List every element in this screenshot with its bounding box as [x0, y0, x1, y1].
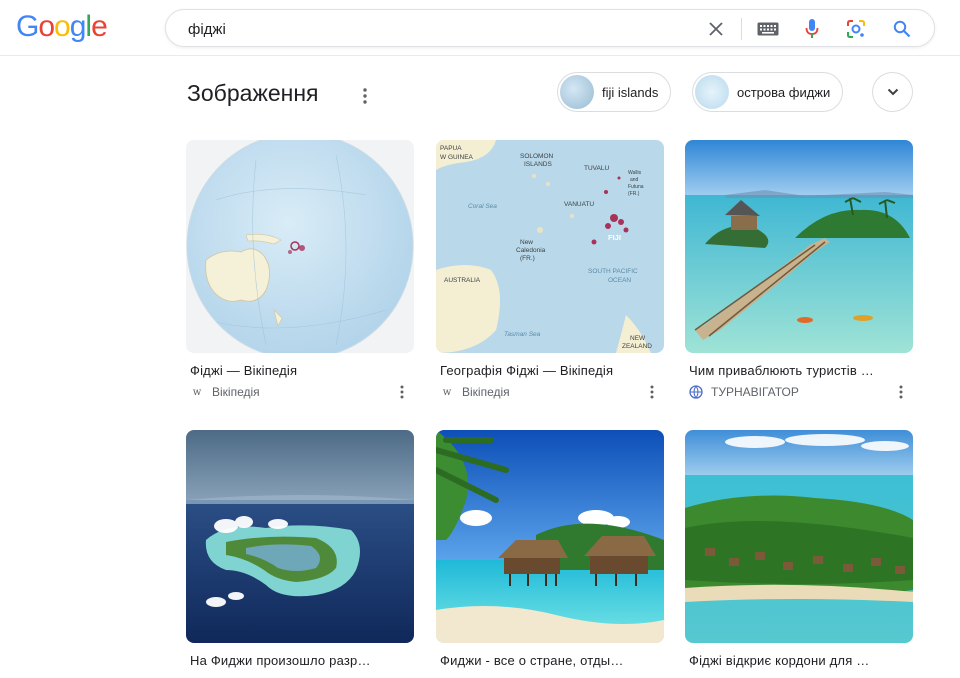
map-label: (FR.): [628, 191, 640, 197]
map-label: Coral Sea: [468, 203, 497, 210]
map-label: ZEALAND: [622, 343, 652, 350]
lens-button[interactable]: [844, 17, 868, 41]
close-icon: [709, 22, 723, 36]
result-more-button[interactable]: [893, 383, 909, 401]
map-label: VANUATU: [564, 201, 594, 208]
result-more-button[interactable]: [644, 383, 660, 401]
map-label: Futuna: [628, 184, 644, 190]
result-thumbnail[interactable]: PAPUA W GUINEA SOLOMON ISLANDS TUVALU Wa…: [436, 140, 664, 353]
google-logo[interactable]: Google: [16, 10, 108, 44]
image-result[interactable]: Фіджі — Вікіпедія w Вікіпедія: [186, 140, 414, 401]
result-thumbnail[interactable]: [436, 430, 664, 643]
top-bar: Google: [0, 0, 960, 56]
chevron-down-icon: [887, 88, 898, 96]
wikipedia-icon: w: [442, 386, 452, 398]
more-vert-icon: [400, 385, 404, 399]
result-thumbnail[interactable]: [685, 430, 913, 643]
logo-letter: o: [54, 10, 71, 43]
result-title[interactable]: На Фиджи произошло разр…: [186, 653, 406, 668]
search-button[interactable]: [890, 17, 914, 41]
map-label: ISLANDS: [524, 161, 552, 168]
map-label: New: [520, 239, 533, 246]
logo-letter: o: [38, 10, 55, 43]
map-label: SOLOMON: [520, 153, 554, 160]
search-box: [165, 9, 935, 47]
logo-letter: e: [91, 10, 108, 43]
result-more-button[interactable]: [394, 383, 410, 401]
map-label: Caledonia: [516, 247, 546, 254]
chip-thumbnail: [695, 75, 729, 109]
source-name: ТУРНАВІГАТОР: [711, 385, 799, 399]
chip-thumbnail: [560, 75, 594, 109]
source-name: Вікіпедія: [462, 385, 510, 399]
image-result[interactable]: PAPUA W GUINEA SOLOMON ISLANDS TUVALU Wa…: [436, 140, 664, 401]
result-title[interactable]: Географія Фіджі — Вікіпедія: [436, 363, 656, 378]
lens-icon: [847, 20, 865, 38]
more-vert-icon: [363, 88, 367, 104]
result-title[interactable]: Фіджі відкриє кордони для …: [685, 653, 905, 668]
result-source[interactable]: ТУРНАВІГАТОР: [685, 383, 913, 401]
image-result[interactable]: Фиджи - все о стране, отды…: [436, 430, 664, 668]
image-result[interactable]: Фіджі відкриє кордони для …: [685, 430, 913, 668]
map-label: NEW: [630, 335, 646, 342]
more-vert-icon: [650, 385, 654, 399]
result-title[interactable]: Чим приваблюють туристів …: [685, 363, 905, 378]
images-section-title: Зображення: [187, 80, 319, 106]
map-label: AUSTRALIA: [444, 277, 481, 284]
image-result[interactable]: Чим приваблюють туристів … ТУРНАВІГАТОР: [685, 140, 913, 401]
clear-button[interactable]: [704, 17, 728, 41]
wikipedia-icon: w: [192, 386, 202, 398]
map-label: (FR.): [520, 255, 535, 262]
logo-letter: g: [69, 10, 87, 43]
map-label: W GUINEA: [440, 154, 474, 161]
globe-favicon-icon: [689, 385, 703, 399]
map-label: TUVALU: [584, 165, 609, 172]
result-source[interactable]: w Вікіпедія: [436, 383, 664, 401]
chip-fiji-islands[interactable]: fiji islands: [557, 72, 672, 112]
result-thumbnail[interactable]: [685, 140, 913, 353]
logo-letter: G: [16, 10, 39, 43]
voice-search-button[interactable]: [800, 17, 824, 41]
more-vert-icon: [899, 385, 903, 399]
mic-icon: [805, 19, 819, 38]
section-more-button[interactable]: [356, 85, 374, 107]
result-thumbnail[interactable]: [186, 430, 414, 643]
result-thumbnail[interactable]: [186, 140, 414, 353]
map-label: Tasman Sea: [504, 331, 541, 338]
result-title[interactable]: Фіджі — Вікіпедія: [186, 363, 406, 378]
result-title[interactable]: Фиджи - все о стране, отды…: [436, 653, 656, 668]
source-name: Вікіпедія: [212, 385, 260, 399]
map-label: and: [630, 177, 639, 183]
chip-label: острова фиджи: [737, 84, 831, 100]
search-icon: [893, 20, 911, 38]
map-label: FIJI: [608, 233, 621, 242]
map-label: OCEAN: [608, 277, 631, 284]
globe-icon: [689, 385, 703, 399]
expand-chips-button[interactable]: [872, 72, 913, 112]
keyboard-button[interactable]: [756, 17, 780, 41]
map-label: Wallis: [628, 170, 642, 176]
image-result[interactable]: На Фиджи произошло разр…: [186, 430, 414, 668]
chip-label: fiji islands: [602, 84, 659, 100]
chip-ostrova-fidzhi[interactable]: острова фиджи: [692, 72, 844, 112]
search-divider: [741, 18, 742, 40]
search-input[interactable]: [188, 19, 688, 39]
keyboard-icon: [757, 22, 779, 36]
map-label: PAPUA: [440, 145, 462, 152]
result-source[interactable]: w Вікіпедія: [186, 383, 414, 401]
map-label: SOUTH PACIFIC: [588, 268, 638, 275]
